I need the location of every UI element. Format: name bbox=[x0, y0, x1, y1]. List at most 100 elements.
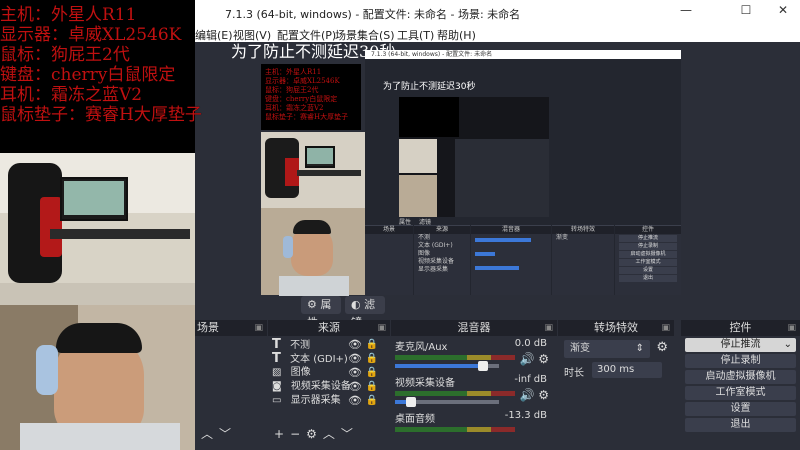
preview-room-image bbox=[261, 132, 365, 208]
volume-slider[interactable] bbox=[395, 397, 499, 407]
gear-icon[interactable]: ⚙ bbox=[656, 340, 668, 355]
nested-control-button: 设置 bbox=[619, 267, 677, 274]
headset bbox=[36, 345, 58, 395]
duration-label: 时长 bbox=[564, 368, 584, 379]
undock-icon[interactable]: ▣ bbox=[377, 320, 386, 336]
desk bbox=[50, 229, 190, 239]
preview-spec-line: 鼠标：狗屁王2代 bbox=[265, 86, 319, 94]
nested-transitions-dock: 转场特效 渐变 bbox=[552, 225, 614, 295]
nested-transition-value: 渐变 bbox=[556, 234, 569, 241]
chevron-down-icon: ⌄ bbox=[783, 339, 792, 350]
exit-button[interactable]: 退出 bbox=[685, 418, 796, 432]
nested-source-item: 视频采集设备 bbox=[418, 258, 455, 265]
visibility-eye-icon[interactable]: 👁 bbox=[348, 394, 362, 408]
transition-select[interactable]: 渐变 ⇕ bbox=[564, 340, 650, 358]
source-item[interactable]: ▨ 图像 👁 🔒 bbox=[268, 366, 390, 380]
lock-icon[interactable]: 🔒 bbox=[366, 394, 378, 408]
visibility-eye-icon[interactable]: 👁 bbox=[348, 366, 362, 380]
duration-input[interactable]: 300 ms bbox=[592, 362, 662, 378]
move-down-icon[interactable]: ﹀ bbox=[341, 427, 359, 441]
scene-list-controls: ︿﹀ bbox=[201, 425, 237, 442]
source-item[interactable]: T 文本 (GDI+) 👁 🔒 bbox=[268, 352, 390, 366]
title-bar: 7.1.3 (64-bit, windows) - 配置文件: 未命名 - 场景… bbox=[195, 0, 800, 26]
sources-header-label: 来源 bbox=[318, 321, 340, 334]
undock-icon[interactable]: ▣ bbox=[254, 320, 263, 336]
nested-dock-header: 来源 bbox=[414, 226, 470, 234]
controls-header-label: 控件 bbox=[729, 321, 752, 334]
source-item[interactable]: T 不测 👁 🔒 bbox=[268, 338, 390, 352]
minimize-button[interactable]: — bbox=[671, 3, 701, 23]
virtual-camera-button[interactable]: 启动虚拟摄像机 bbox=[685, 370, 796, 384]
add-icon[interactable]: + bbox=[274, 427, 290, 441]
undock-icon[interactable]: ▣ bbox=[787, 320, 796, 336]
nested-dock-header: 场景 bbox=[365, 226, 413, 234]
transition-selected: 渐变 bbox=[570, 343, 590, 354]
nested-source-item: 显示器采集 bbox=[418, 266, 449, 273]
nested-controls-dock: 控件 停止推流 停止录制 启动虚拟摄像机 工作室模式 设置 退出 bbox=[615, 225, 681, 295]
filters-button[interactable]: ◐ 滤镜 bbox=[345, 296, 385, 329]
close-button[interactable]: ✕ bbox=[768, 3, 798, 23]
duration-field: 时长 300 ms bbox=[564, 362, 668, 379]
preview-spec-overlay: 主机：外星人R11 显示器：卓威XL2546K 鼠标：狗屁王2代 键盘：cher… bbox=[261, 64, 361, 130]
source-item[interactable]: ▭ 显示器采集 👁 🔒 bbox=[268, 394, 390, 408]
nested-source-item: 文本 (GDI+) bbox=[418, 242, 453, 249]
gear-icon[interactable]: ⚙ bbox=[538, 352, 549, 366]
nested-obs-capture: 7.1.3 (64-bit, windows) - 配置文件: 未命名 为了防止… bbox=[365, 50, 681, 295]
preview-face-image bbox=[261, 208, 365, 296]
properties-button[interactable]: ⚙ 属性 bbox=[301, 296, 341, 329]
preview-spec-line: 主机：外星人R11 bbox=[265, 68, 322, 76]
gear-icon[interactable]: ⚙ bbox=[538, 388, 549, 402]
preview-spec-line: 显示器：卓威XL2546K bbox=[265, 77, 340, 85]
mixer-channel: 桌面音频 -13.3 dB bbox=[391, 408, 557, 444]
nested-source-item: 不测 bbox=[418, 234, 431, 241]
menu-tools[interactable]: 工具(T) bbox=[397, 27, 434, 43]
preview-spec-line: 键盘：cherry白鼠限定 bbox=[265, 95, 338, 103]
channel-db: -13.3 dB bbox=[504, 410, 547, 421]
settings-button[interactable]: 设置 bbox=[685, 402, 796, 416]
remove-icon[interactable]: − bbox=[290, 427, 306, 441]
preview-spec-line: 鼠标垫子：赛睿H大厚垫子 bbox=[265, 113, 349, 121]
level-meter bbox=[395, 427, 515, 432]
gear-icon[interactable]: ⚙ bbox=[306, 427, 323, 441]
speaker-icon[interactable]: 🔊 bbox=[519, 352, 534, 366]
lock-icon[interactable]: 🔒 bbox=[366, 380, 378, 394]
volume-slider[interactable] bbox=[395, 361, 499, 371]
undock-icon[interactable]: ▣ bbox=[544, 320, 553, 336]
source-name: 文本 (GDI+) bbox=[290, 354, 348, 365]
undock-icon[interactable]: ▣ bbox=[661, 320, 670, 336]
source-item[interactable]: ◙ 视频采集设备 👁 🔒 bbox=[268, 380, 390, 394]
face-camera-feed bbox=[0, 305, 195, 450]
transitions-dock: 转场特效 ▣ 渐变 ⇕ ⚙ 时长 300 ms bbox=[558, 320, 674, 450]
speaker-icon[interactable]: 🔊 bbox=[519, 388, 534, 402]
transitions-header-label: 转场特效 bbox=[594, 321, 638, 334]
source-name: 图像 bbox=[290, 367, 311, 378]
text-icon: T bbox=[272, 351, 281, 366]
maximize-button[interactable]: ☐ bbox=[731, 3, 761, 23]
mixer-channel: 视频采集设备 -inf dB 🔊 ⚙ bbox=[391, 372, 557, 408]
preview-canvas[interactable]: 为了防止不测延迟30秒 主机：外星人R11 显示器：卓威XL2546K 鼠标：狗… bbox=[195, 42, 800, 296]
visibility-eye-icon[interactable]: 👁 bbox=[348, 380, 362, 394]
nested-control-button: 停止推流 bbox=[619, 235, 677, 242]
source-list-controls: +−⚙︿﹀ bbox=[274, 425, 359, 442]
stop-recording-button[interactable]: 停止录制 bbox=[685, 354, 796, 368]
move-up-icon[interactable]: ︿ bbox=[323, 427, 341, 441]
nested-dock-header: 混音器 bbox=[471, 226, 551, 234]
spec-line-mousepad: 鼠标垫子：赛睿H大厚垫子 bbox=[0, 105, 202, 125]
visibility-eye-icon[interactable]: 👁 bbox=[348, 338, 362, 352]
nested-mixer-dock: 混音器 bbox=[471, 225, 551, 295]
filter-icon: ◐ bbox=[351, 298, 361, 311]
move-down-icon[interactable]: ﹀ bbox=[219, 427, 237, 441]
preview-spec-line: 耳机：霜冻之蓝V2 bbox=[265, 104, 324, 112]
menu-help[interactable]: 帮助(H) bbox=[437, 27, 476, 43]
lock-icon[interactable]: 🔒 bbox=[366, 338, 378, 352]
nested-control-button: 退出 bbox=[619, 275, 677, 282]
studio-mode-button[interactable]: 工作室模式 bbox=[685, 386, 796, 400]
monitor-icon: ▭ bbox=[272, 395, 282, 406]
menu-edit[interactable]: 编辑(E) bbox=[195, 27, 233, 43]
stop-streaming-button[interactable]: 停止推流 ⌄ bbox=[685, 338, 796, 352]
lock-icon[interactable]: 🔒 bbox=[366, 352, 378, 366]
nested-control-button: 工作室模式 bbox=[619, 259, 677, 266]
move-up-icon[interactable]: ︿ bbox=[201, 427, 219, 441]
lock-icon[interactable]: 🔒 bbox=[366, 366, 378, 380]
visibility-eye-icon[interactable]: 👁 bbox=[348, 352, 362, 366]
